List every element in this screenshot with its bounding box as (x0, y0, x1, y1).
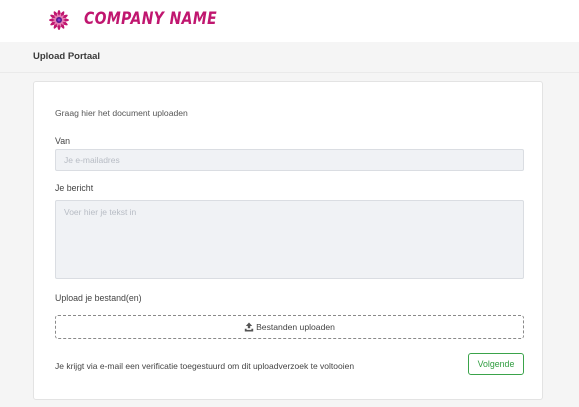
from-label: Van (55, 136, 70, 146)
header: COMPANY NAME (0, 0, 579, 42)
message-label: Je bericht (55, 183, 94, 193)
verification-note: Je krijgt via e-mail een verificatie toe… (55, 361, 355, 371)
upload-files-button[interactable]: Bestanden uploaden (55, 315, 524, 339)
form-intro-text: Graag hier het document uploaden (55, 108, 188, 118)
page-content: Graag hier het document uploaden Van Je … (0, 73, 579, 407)
next-button[interactable]: Volgende (468, 353, 524, 375)
upload-form-card: Graag hier het document uploaden Van Je … (33, 81, 543, 400)
page-header-bar: Upload Portaal (0, 42, 579, 73)
upload-label: Upload je bestand(en) (55, 293, 142, 303)
page-title: Upload Portaal (33, 51, 101, 62)
email-field[interactable] (55, 149, 524, 171)
upload-button-label: Bestanden uploaden (256, 322, 335, 332)
upload-icon (244, 322, 254, 332)
company-name: COMPANY NAME (84, 9, 218, 29)
message-textarea[interactable] (55, 200, 524, 279)
flower-logo-icon (47, 8, 71, 32)
